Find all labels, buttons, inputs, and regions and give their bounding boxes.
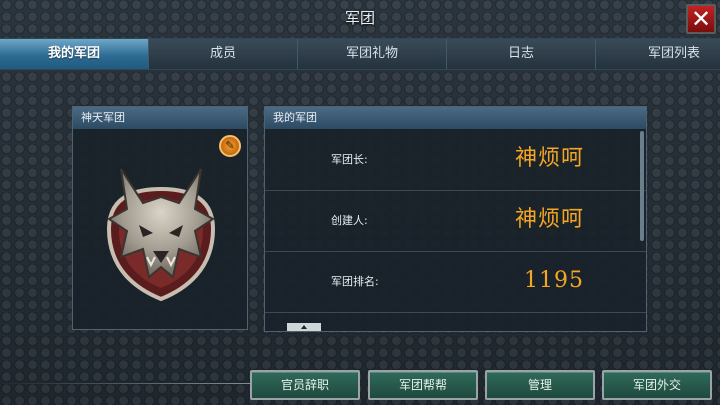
tab-legion-gifts[interactable]: 军团礼物: [298, 39, 447, 69]
info-row-rank: 军团排名: 1195: [265, 252, 646, 313]
tab-members[interactable]: 成员: [149, 39, 298, 69]
tab-log[interactable]: 日志: [447, 39, 596, 69]
leader-value: 神烦呵: [514, 146, 584, 171]
legion-help-button[interactable]: 军团帮帮: [368, 370, 478, 400]
scrollbar[interactable]: [640, 131, 644, 241]
footer-divider: [0, 383, 255, 384]
info-panel-header: 我的军团: [265, 107, 646, 130]
legion-emblem-panel: 神天军团 ✎: [72, 106, 248, 330]
scroll-up-arrow-icon[interactable]: [287, 323, 321, 331]
leader-label: 军团长:: [331, 153, 368, 166]
tab-legion-list[interactable]: 军团列表: [596, 39, 720, 69]
officer-resign-button[interactable]: 官员辞职: [250, 370, 360, 400]
creator-value: 神烦呵: [514, 207, 584, 232]
window-title: 军团: [344, 9, 375, 27]
wolf-shield-emblem-icon: [106, 168, 216, 302]
info-row-leader: 军团长: 神烦呵: [265, 130, 646, 191]
info-row-creator: 创建人: 神烦呵: [265, 191, 646, 252]
rank-value: 1195: [524, 268, 584, 293]
tab-bar: 我的军团 成员 军团礼物 日志 军团列表: [0, 38, 720, 70]
pencil-icon[interactable]: ✎: [219, 135, 241, 157]
rank-label: 军团排名:: [331, 275, 379, 288]
legion-diplomacy-button[interactable]: 军团外交: [602, 370, 712, 400]
tab-my-legion[interactable]: 我的军团: [0, 39, 149, 69]
legion-name: 神天军团: [73, 107, 247, 130]
manage-button[interactable]: 管理: [485, 370, 595, 400]
creator-label: 创建人:: [331, 214, 368, 227]
close-button[interactable]: ✕: [686, 4, 716, 34]
legion-info-panel: 我的军团 军团长: 神烦呵 创建人: 神烦呵 军团排名: 1195: [264, 106, 647, 332]
